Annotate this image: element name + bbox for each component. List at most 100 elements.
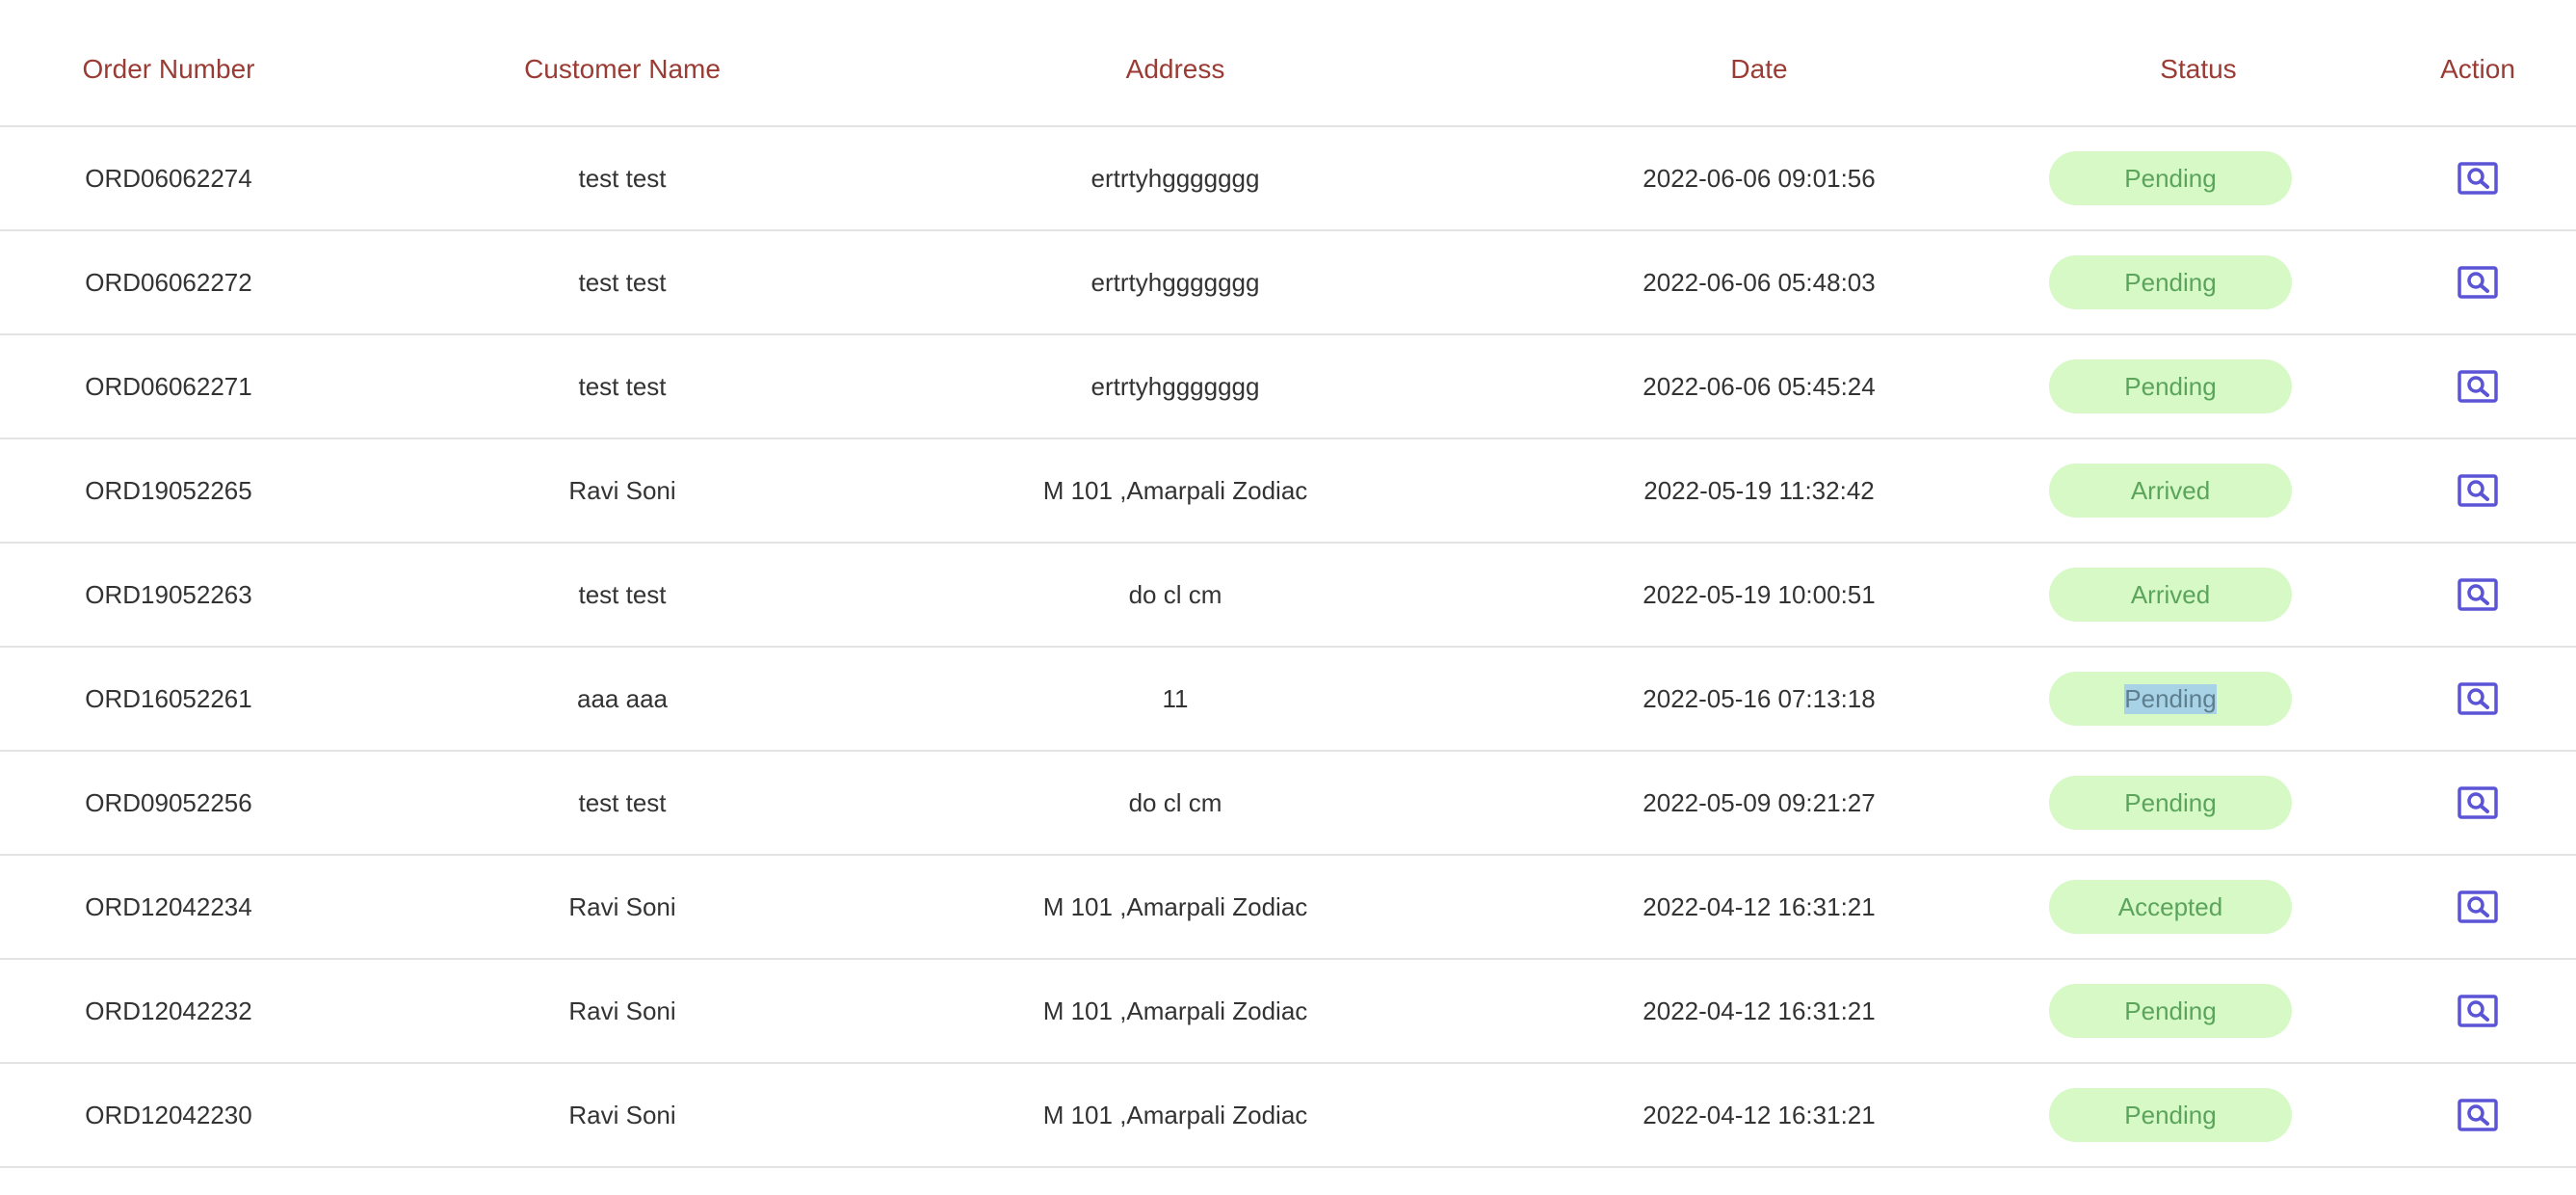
- order-number-cell: ORD16052261: [85, 683, 252, 713]
- status-label: Pending: [2124, 163, 2217, 193]
- address-cell: M 101 ,Amarpali Zodiac: [1042, 891, 1308, 921]
- status-badge: Arrived: [2049, 464, 2292, 518]
- table-row: ORD06062274 test test ertrtyhggggggg 2022-0…: [0, 127, 2576, 231]
- address-cell: M 101 ,Amarpali Zodiac: [1042, 996, 1308, 1025]
- status-label: Arrived: [2130, 579, 2211, 609]
- column-header-action: Action: [2440, 54, 2515, 84]
- view-order-icon[interactable]: [2458, 474, 2498, 507]
- date-cell: 2022-05-19 10:00:51: [1643, 579, 1876, 609]
- customer-name-cell: test test: [578, 371, 667, 401]
- status-cell: Pending: [2049, 1064, 2292, 1166]
- customer-name-cell: test test: [578, 579, 667, 609]
- column-header-order-number: Order Number: [82, 54, 255, 84]
- customer-name-cell: Ravi Soni: [568, 1100, 676, 1129]
- status-label: Pending: [2124, 1100, 2217, 1129]
- view-order-icon[interactable]: [2458, 995, 2498, 1027]
- order-number-cell: ORD09052256: [85, 787, 252, 817]
- view-order-icon[interactable]: [2458, 266, 2498, 299]
- status-cell: Pending: [2049, 335, 2292, 438]
- action-cell: [2418, 752, 2537, 854]
- date-cell: 2022-04-12 16:31:21: [1643, 996, 1876, 1025]
- order-number-cell: ORD12042230: [85, 1100, 252, 1129]
- view-order-icon[interactable]: [2458, 786, 2498, 819]
- view-order-icon[interactable]: [2458, 370, 2498, 403]
- action-cell: [2418, 127, 2537, 229]
- table-row: ORD06062271 test test ertrtyhggggggg 2022-0…: [0, 335, 2576, 439]
- address-cell: M 101 ,Amarpali Zodiac: [1042, 475, 1308, 505]
- status-badge: Pending: [2049, 984, 2292, 1038]
- status-cell: Pending: [2049, 127, 2292, 229]
- status-cell: Accepted: [2049, 856, 2292, 958]
- action-cell: [2418, 335, 2537, 438]
- table-row: ORD09052256 test test do cl cm 2022-05-09 0…: [0, 752, 2576, 856]
- status-cell: Pending: [2049, 231, 2292, 333]
- order-number-cell: ORD06062272: [85, 267, 252, 297]
- view-order-icon[interactable]: [2458, 162, 2498, 195]
- status-badge: Pending: [2049, 1088, 2292, 1142]
- table-row: ORD19052263 test test do cl cm 2022-05-19 1…: [0, 544, 2576, 648]
- status-badge: Pending: [2049, 672, 2292, 726]
- status-badge: Accepted: [2049, 880, 2292, 934]
- customer-name-cell: test test: [578, 267, 667, 297]
- table-row: ORD06062272 test test ertrtyhggggggg 2022-0…: [0, 231, 2576, 335]
- status-cell: Pending: [2049, 648, 2292, 750]
- view-order-icon[interactable]: [2458, 578, 2498, 611]
- status-badge: Pending: [2049, 776, 2292, 830]
- status-cell: Pending: [2049, 960, 2292, 1062]
- date-cell: 2022-06-06 09:01:56: [1643, 163, 1876, 193]
- status-label: Pending: [2124, 787, 2217, 817]
- status-label: Accepted: [2117, 891, 2223, 921]
- address-cell: do cl cm: [1128, 787, 1222, 817]
- order-number-cell: ORD06062274: [85, 163, 252, 193]
- order-number-cell: ORD19052263: [85, 579, 252, 609]
- customer-name-cell: Ravi Soni: [568, 475, 676, 505]
- status-badge: Arrived: [2049, 568, 2292, 622]
- status-label: Pending: [2124, 267, 2217, 297]
- address-cell: ertrtyhggggggg: [1091, 163, 1260, 193]
- customer-name-cell: Ravi Soni: [568, 891, 676, 921]
- customer-name-cell: test test: [578, 163, 667, 193]
- address-cell: M 101 ,Amarpali Zodiac: [1042, 1100, 1308, 1129]
- table-body: ORD06062274 test test ertrtyhggggggg 2022-0…: [0, 127, 2576, 1168]
- action-cell: [2418, 856, 2537, 958]
- table-header-row: Order Number Customer Name Address Date …: [0, 0, 2576, 127]
- date-cell: 2022-06-06 05:48:03: [1643, 267, 1876, 297]
- view-order-icon[interactable]: [2458, 890, 2498, 923]
- status-label: Pending: [2124, 996, 2217, 1025]
- column-header-status: Status: [2160, 54, 2237, 84]
- date-cell: 2022-05-16 07:13:18: [1643, 683, 1876, 713]
- order-number-cell: ORD06062271: [85, 371, 252, 401]
- customer-name-cell: Ravi Soni: [568, 996, 676, 1025]
- view-order-icon[interactable]: [2458, 1099, 2498, 1131]
- action-cell: [2418, 439, 2537, 542]
- orders-table: Order Number Customer Name Address Date …: [0, 0, 2576, 1168]
- status-badge: Pending: [2049, 359, 2292, 413]
- date-cell: 2022-06-06 05:45:24: [1643, 371, 1876, 401]
- date-cell: 2022-04-12 16:31:21: [1643, 1100, 1876, 1129]
- column-header-address: Address: [1125, 54, 1225, 84]
- table-row: ORD16052261 aaa aaa 11 2022-05-16 07:13:18 P…: [0, 648, 2576, 752]
- table-row: ORD12042232 Ravi Soni M 101 ,Amarpali Zodi…: [0, 960, 2576, 1064]
- status-label: Pending: [2124, 683, 2217, 714]
- table-row: ORD12042234 Ravi Soni M 101 ,Amarpali Zodi…: [0, 856, 2576, 960]
- action-cell: [2418, 1064, 2537, 1166]
- action-cell: [2418, 231, 2537, 333]
- address-cell: 11: [1162, 683, 1189, 713]
- status-cell: Pending: [2049, 752, 2292, 854]
- address-cell: ertrtyhggggggg: [1091, 267, 1260, 297]
- customer-name-cell: test test: [578, 787, 667, 817]
- status-label: Arrived: [2130, 475, 2211, 505]
- address-cell: do cl cm: [1128, 579, 1222, 609]
- date-cell: 2022-05-09 09:21:27: [1643, 787, 1876, 817]
- status-label: Pending: [2124, 371, 2217, 401]
- action-cell: [2418, 960, 2537, 1062]
- order-number-cell: ORD12042234: [85, 891, 252, 921]
- address-cell: ertrtyhggggggg: [1091, 371, 1260, 401]
- view-order-icon[interactable]: [2458, 682, 2498, 715]
- column-header-date: Date: [1730, 54, 1788, 84]
- action-cell: [2418, 648, 2537, 750]
- date-cell: 2022-05-19 11:32:42: [1643, 475, 1875, 505]
- customer-name-cell: aaa aaa: [577, 683, 668, 713]
- date-cell: 2022-04-12 16:31:21: [1643, 891, 1876, 921]
- order-number-cell: ORD19052265: [85, 475, 252, 505]
